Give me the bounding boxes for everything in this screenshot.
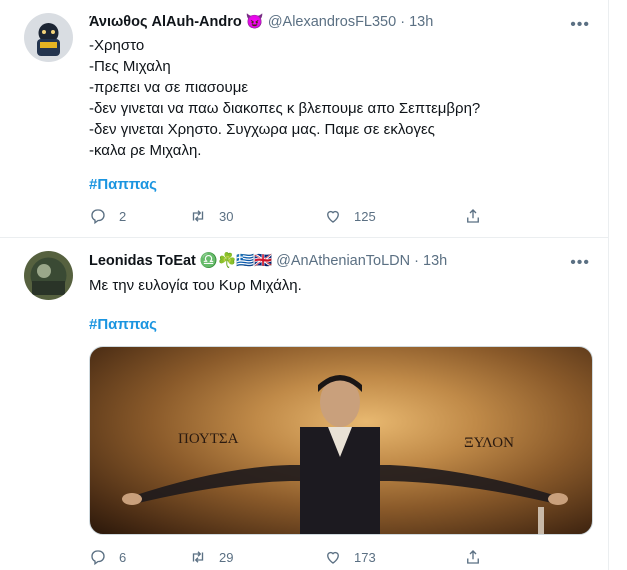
share-button[interactable] — [464, 548, 482, 566]
retweet-icon — [192, 210, 204, 222]
display-name[interactable]: Άνιωθος AlAuh-Andro — [89, 14, 242, 30]
like-count: 173 — [354, 549, 376, 565]
retweet-count: 30 — [219, 208, 234, 224]
hashtag-link[interactable]: #Παππας — [89, 316, 157, 333]
tweet-actions: 2 30 125 — [89, 207, 519, 225]
tweet-actions: 6 29 173 — [89, 548, 519, 566]
avatar[interactable] — [24, 13, 73, 62]
share-button[interactable] — [464, 207, 482, 225]
retweet-button[interactable]: 30 — [189, 207, 324, 225]
like-icon — [327, 210, 339, 223]
tweet-line: -καλα ρε Μιχαλη. — [89, 142, 202, 159]
media-text-left: ΠΟΥΤΣΑ — [178, 431, 239, 447]
reply-button[interactable]: 2 — [89, 207, 189, 225]
reply-count: 2 — [119, 208, 127, 224]
reply-icon — [91, 550, 105, 566]
tweet-header: Leonidas ToEat ♎☘️🇬🇷🇬🇧 @AnAthenianToLDN … — [89, 252, 447, 270]
image-illustration: ΠΟΥΤΣΑ ΞΥΛΟΝ — [122, 375, 568, 534]
display-name[interactable]: Leonidas ToEat — [89, 253, 196, 269]
retweet-count: 29 — [219, 549, 234, 565]
tweet-line: -Πες Μιχαλη — [89, 58, 171, 75]
tweet-text: -Χρηστο -Πες Μιχαλη -πρεπει να σε πιασου… — [89, 35, 480, 161]
tweet-line: -δεν γινεται να παω διακοπες κ βλεπουμε … — [89, 100, 481, 117]
like-button[interactable]: 173 — [324, 548, 464, 566]
like-icon — [327, 551, 339, 564]
tweet-text: Με την ευλογία του Κυρ Μιχάλη. — [89, 277, 302, 294]
handle-and-time[interactable]: @AlexandrosFL350 · 13h — [268, 14, 433, 30]
tweet-line: -Χρηστο — [89, 37, 145, 54]
retweet-icon — [192, 551, 204, 563]
reply-count: 6 — [119, 549, 127, 565]
share-icon — [467, 209, 479, 223]
avatar[interactable] — [24, 251, 73, 300]
retweet-button[interactable]: 29 — [189, 548, 324, 566]
hashtag-link[interactable]: #Παππας — [89, 176, 157, 193]
reply-button[interactable]: 6 — [89, 548, 189, 566]
more-icon[interactable]: ••• — [570, 254, 590, 272]
tweet[interactable]: Άνιωθος AlAuh-Andro 😈 @AlexandrosFL350 ·… — [0, 0, 609, 238]
handle-and-time[interactable]: @AnAthenianToLDN · 13h — [276, 253, 447, 269]
more-icon[interactable]: ••• — [570, 16, 590, 34]
tweet[interactable]: Leonidas ToEat ♎☘️🇬🇷🇬🇧 @AnAthenianToLDN … — [0, 238, 609, 570]
tweet-header: Άνιωθος AlAuh-Andro 😈 @AlexandrosFL350 ·… — [89, 13, 433, 31]
tweet-line: -δεν γινεται Χρηστο. Συγχωρα μας. Παμε σ… — [89, 121, 435, 138]
name-emoji: 😈 — [245, 14, 264, 30]
name-emoji: ♎☘️🇬🇷🇬🇧 — [199, 253, 273, 269]
share-icon — [467, 550, 479, 564]
tweet-image[interactable]: ΠΟΥΤΣΑ ΞΥΛΟΝ — [89, 346, 593, 535]
reply-icon — [91, 209, 105, 225]
like-count: 125 — [354, 208, 376, 224]
tweet-line: -πρεπει να σε πιασουμε — [89, 79, 249, 96]
media-text-right: ΞΥΛΟΝ — [464, 435, 514, 451]
like-button[interactable]: 125 — [324, 207, 464, 225]
